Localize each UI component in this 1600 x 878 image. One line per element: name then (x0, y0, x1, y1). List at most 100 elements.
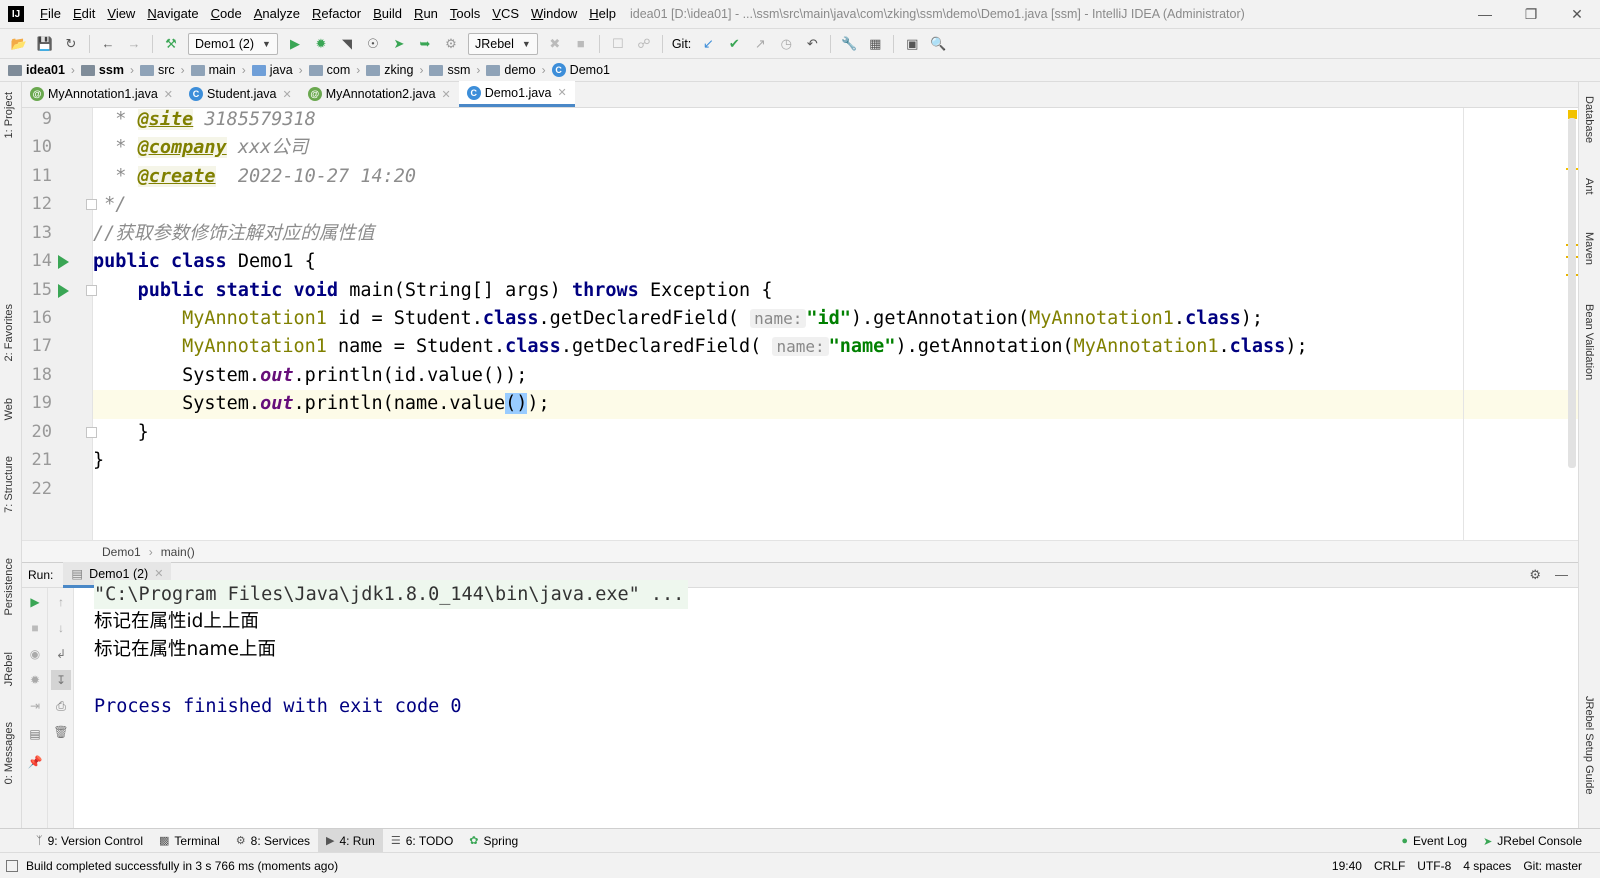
stop-icon[interactable]: ■ (570, 33, 592, 55)
print-icon[interactable]: ⎙ (53, 698, 69, 714)
git-rollback-icon[interactable]: ↶ (801, 33, 823, 55)
restore-icon[interactable]: ❐ (1508, 0, 1554, 28)
tool-run[interactable]: ▶ 4: Run (318, 828, 383, 853)
coverage-icon[interactable]: ◥ (336, 33, 358, 55)
sync-icon[interactable]: ↻ (60, 33, 82, 55)
layout-icon[interactable]: ▤ (27, 726, 43, 742)
breadcrumb-demo[interactable]: demo › (486, 63, 551, 77)
menu-view[interactable]: View (101, 0, 141, 28)
tab-myannotation2[interactable]: @ MyAnnotation2.java ✕ (300, 81, 459, 107)
close-tab-icon[interactable]: ✕ (557, 86, 566, 99)
tool-window-persistence[interactable]: Persistence (3, 558, 15, 615)
tool-window-messages[interactable]: 0: Messages (3, 722, 15, 784)
gear-icon[interactable]: ⚙ (1529, 567, 1541, 583)
indent-setting[interactable]: 4 spaces (1463, 859, 1511, 873)
run-main-gutter-icon[interactable] (58, 276, 72, 305)
menu-help[interactable]: Help (583, 0, 622, 28)
breadcrumb-com[interactable]: com › (308, 63, 367, 77)
tool-terminal[interactable]: ▩ Terminal (151, 829, 228, 853)
tool-window-ant[interactable]: Ant (1583, 178, 1595, 195)
open-folder-icon[interactable]: 📂 (8, 33, 30, 55)
git-commit-icon[interactable]: ✔ (723, 33, 745, 55)
project-structure-icon[interactable]: ▦ (864, 33, 886, 55)
wrench-settings-icon[interactable]: 🔧 (838, 33, 860, 55)
menu-file[interactable]: File (34, 0, 67, 28)
tool-window-structure[interactable]: 7: Structure (3, 456, 15, 513)
menu-edit[interactable]: Edit (67, 0, 101, 28)
build-hammer-icon[interactable]: ⚒ (160, 33, 182, 55)
tool-window-bean-validation[interactable]: Bean Validation (1583, 304, 1595, 380)
debug-icon[interactable]: ✹ (310, 33, 332, 55)
pin-icon[interactable]: 📌 (27, 754, 43, 770)
breadcrumb-demo1[interactable]: C Demo1 (551, 63, 610, 77)
camera-icon[interactable]: ◉ (27, 646, 43, 662)
back-arrow-icon[interactable]: ← (97, 33, 119, 55)
tool-window-maven[interactable]: Maven (1583, 232, 1595, 265)
debug-settings-icon[interactable]: ✹ (27, 672, 43, 688)
close-tab-icon[interactable]: ✕ (283, 88, 292, 101)
tab-demo1[interactable]: C Demo1.java ✕ (458, 81, 575, 107)
remote-icon[interactable]: ☍ (633, 33, 655, 55)
code-area[interactable]: * @site 3185579318 * @company xxx公司 * @c… (93, 108, 1578, 540)
menu-window[interactable]: Window (525, 0, 583, 28)
menu-build[interactable]: Build (367, 0, 408, 28)
menu-run[interactable]: Run (408, 0, 444, 28)
tool-window-project[interactable]: 1: Project (3, 92, 15, 138)
tab-myannotation1[interactable]: @ MyAnnotation1.java ✕ (22, 81, 181, 107)
breadcrumb-idea01[interactable]: idea01 › (8, 63, 81, 77)
jrebel-select[interactable]: JRebel ▼ (467, 32, 538, 55)
profile-icon[interactable]: ☉ (362, 33, 384, 55)
file-encoding[interactable]: UTF-8 (1417, 859, 1451, 873)
code-editor[interactable]: 9 10 11 12 13 14 15 16 17 18 19 20 21 22… (22, 108, 1578, 540)
jrebel-debug-icon[interactable]: ➥ (414, 33, 436, 55)
tool-event-log[interactable]: ● Event Log (1393, 829, 1475, 853)
minimize-icon[interactable]: — (1462, 0, 1508, 28)
exit-icon[interactable]: ⇥ (27, 698, 43, 714)
close-tab-icon[interactable]: ✕ (164, 88, 173, 101)
breadcrumb-ssm[interactable]: ssm › (80, 63, 140, 77)
rerun-icon[interactable]: ▶ (27, 594, 43, 610)
menu-navigate[interactable]: Navigate (141, 0, 204, 28)
menu-analyze[interactable]: Analyze (248, 0, 306, 28)
caret-position[interactable]: 19:40 (1332, 859, 1362, 873)
menu-vcs[interactable]: VCS (486, 0, 525, 28)
tool-window-database[interactable]: Database (1583, 96, 1595, 143)
error-stripe[interactable] (1566, 108, 1578, 540)
tool-spring[interactable]: ✿ Spring (461, 829, 526, 853)
git-branch[interactable]: Git: master (1523, 859, 1582, 873)
close-tab-icon[interactable]: ✕ (154, 567, 163, 580)
tool-window-web[interactable]: Web (3, 398, 15, 420)
git-update-icon[interactable]: ↙ (697, 33, 719, 55)
tool-window-jrebel-setup-guide[interactable]: JRebel Setup Guide (1583, 696, 1595, 794)
run-class-gutter-icon[interactable] (58, 247, 72, 276)
run-config-select[interactable]: Demo1 (2) ▼ (188, 32, 278, 55)
jrebel-attach-icon[interactable]: ⚙ (440, 33, 462, 55)
breadcrumb-ssm-pkg[interactable]: ssm › (429, 63, 486, 77)
trash-icon[interactable]: 🗑 (53, 724, 69, 740)
close-icon[interactable]: ✕ (1554, 0, 1600, 28)
menu-code[interactable]: Code (205, 0, 248, 28)
tool-jrebel-console[interactable]: ➤ JRebel Console (1475, 829, 1590, 853)
tab-student[interactable]: C Student.java ✕ (181, 81, 300, 107)
tool-version-control[interactable]: ᛉ 9: Version Control (28, 829, 151, 853)
save-all-icon[interactable]: 💾 (34, 33, 56, 55)
line-separator[interactable]: CRLF (1374, 859, 1405, 873)
tool-window-jrebel[interactable]: JRebel (3, 652, 15, 686)
up-arrow-icon[interactable]: ↑ (53, 594, 69, 610)
tool-window-favorites[interactable]: 2: Favorites (3, 304, 15, 361)
close-tab-icon[interactable]: ✕ (442, 88, 451, 101)
git-history-icon[interactable]: ◷ (775, 33, 797, 55)
menu-tools[interactable]: Tools (444, 0, 486, 28)
run-console[interactable]: "C:\Program Files\Java\jdk1.8.0_144\bin\… (74, 580, 1578, 828)
footer-method[interactable]: main() (161, 545, 195, 559)
breadcrumb-zking[interactable]: zking › (366, 63, 429, 77)
menu-refactor[interactable]: Refactor (306, 0, 367, 28)
stop-icon[interactable]: ■ (27, 620, 43, 636)
run-icon[interactable]: ▶ (284, 33, 306, 55)
forward-arrow-icon[interactable]: → (123, 33, 145, 55)
hide-panel-icon[interactable]: — (1555, 567, 1568, 583)
breadcrumb-src[interactable]: src › (139, 63, 191, 77)
breadcrumb-java[interactable]: java › (251, 63, 309, 77)
down-arrow-icon[interactable]: ↓ (53, 620, 69, 636)
rebel-disabled-icon[interactable]: ✖ (544, 33, 566, 55)
